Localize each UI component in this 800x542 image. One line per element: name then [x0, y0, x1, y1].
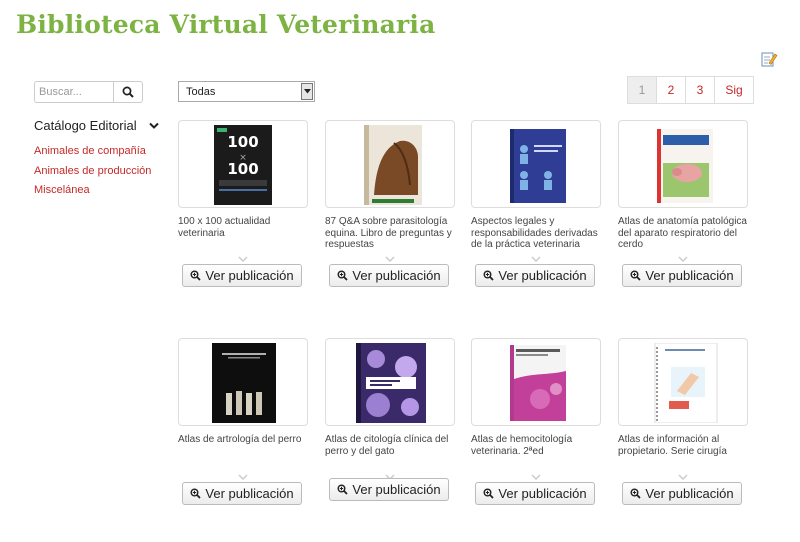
- category-link[interactable]: Miscelánea: [34, 183, 151, 203]
- page-3-button[interactable]: 3: [685, 76, 715, 104]
- view-publication-button[interactable]: Ver publicación: [182, 264, 302, 287]
- view-publication-button[interactable]: Ver publicación: [622, 482, 742, 505]
- catalog-toggle[interactable]: Catálogo Editorial: [34, 118, 159, 133]
- chevron-down-icon: [531, 256, 541, 262]
- search-input[interactable]: [34, 81, 113, 103]
- search-form: [34, 81, 143, 103]
- chevron-down-icon: [678, 256, 688, 262]
- chevron-down-icon: [238, 474, 248, 480]
- zoom-in-icon: [190, 270, 202, 281]
- publication-cover[interactable]: [471, 120, 601, 208]
- view-publication-label: Ver publicación: [645, 486, 734, 501]
- svg-text:100: 100: [227, 133, 258, 151]
- publication-cover[interactable]: [618, 338, 748, 426]
- chevron-down-icon: [385, 256, 395, 262]
- page-1-button[interactable]: 1: [627, 76, 657, 104]
- book-cover-image: [356, 343, 426, 423]
- view-publication-button[interactable]: Ver publicación: [329, 264, 449, 287]
- next-page-button[interactable]: Sig: [714, 76, 754, 104]
- book-cover-image: [364, 125, 422, 205]
- view-publication-button[interactable]: Ver publicación: [182, 482, 302, 505]
- publication-cover[interactable]: [325, 338, 455, 426]
- book-cover-image: 100 × 100: [214, 125, 272, 205]
- zoom-in-icon: [483, 488, 495, 499]
- zoom-in-icon: [630, 488, 642, 499]
- view-publication-button[interactable]: Ver publicación: [475, 482, 595, 505]
- chevron-down-icon: [148, 122, 159, 129]
- category-list: Animales de compañía Animales de producc…: [34, 144, 151, 203]
- svg-text:100: 100: [227, 160, 258, 178]
- publication-cover[interactable]: [618, 120, 748, 208]
- zoom-in-icon: [483, 270, 495, 281]
- publication-cover[interactable]: [471, 338, 601, 426]
- dropdown-arrow-icon[interactable]: [301, 83, 313, 100]
- publication-cover[interactable]: [178, 338, 308, 426]
- search-icon: [122, 86, 134, 98]
- category-select-value: Todas: [186, 86, 216, 98]
- view-publication-label: Ver publicación: [352, 268, 441, 283]
- catalog-label: Catálogo Editorial: [34, 118, 137, 133]
- zoom-in-icon: [630, 270, 642, 281]
- publication-title: Atlas de artrología del perro: [178, 434, 302, 445]
- view-publication-label: Ver publicación: [498, 268, 587, 283]
- zoom-in-icon: [337, 484, 349, 495]
- search-button[interactable]: [113, 81, 143, 103]
- view-publication-label: Ver publicación: [645, 268, 734, 283]
- book-cover-image: [510, 345, 566, 421]
- publication-title: 100 x 100 actualidad veterinaria: [178, 216, 271, 239]
- view-publication-label: Ver publicación: [498, 486, 587, 501]
- page-title: Biblioteca Virtual Veterinaria: [16, 10, 436, 39]
- category-link[interactable]: Animales de compañía: [34, 144, 151, 164]
- book-cover-image: [212, 343, 276, 423]
- zoom-in-icon: [190, 488, 202, 499]
- zoom-in-icon: [337, 270, 349, 281]
- view-publication-label: Ver publicación: [205, 268, 294, 283]
- view-publication-button[interactable]: Ver publicación: [622, 264, 742, 287]
- category-select[interactable]: Todas: [178, 81, 315, 102]
- category-link[interactable]: Animales de producción: [34, 164, 151, 184]
- book-cover-image: [510, 129, 566, 203]
- publication-title: Atlas de citología clínica del perro y d…: [325, 434, 449, 457]
- chevron-down-icon: [678, 474, 688, 480]
- publication-title: 87 Q&A sobre parasitología equina. Libro…: [325, 216, 452, 250]
- view-publication-label: Ver publicación: [352, 482, 441, 497]
- publication-title: Atlas de anatomía patológica del aparato…: [618, 216, 747, 250]
- chevron-down-icon: [238, 256, 248, 262]
- publication-title: Atlas de información al propietario. Ser…: [618, 434, 727, 457]
- publication-title: Atlas de hemocitología veterinaria. 2ªed: [471, 434, 573, 457]
- book-cover-image: [654, 343, 718, 423]
- view-publication-label: Ver publicación: [205, 486, 294, 501]
- view-publication-button[interactable]: Ver publicación: [329, 478, 449, 501]
- page-2-button[interactable]: 2: [656, 76, 686, 104]
- pagination: 1 2 3 Sig: [627, 76, 754, 104]
- publication-title: Aspectos legales y responsabilidades der…: [471, 216, 598, 250]
- publication-cover[interactable]: [325, 120, 455, 208]
- publication-cover[interactable]: 100 × 100: [178, 120, 308, 208]
- chevron-down-icon: [531, 474, 541, 480]
- edit-icon[interactable]: [760, 50, 778, 68]
- view-publication-button[interactable]: Ver publicación: [475, 264, 595, 287]
- book-cover-image: [657, 129, 713, 203]
